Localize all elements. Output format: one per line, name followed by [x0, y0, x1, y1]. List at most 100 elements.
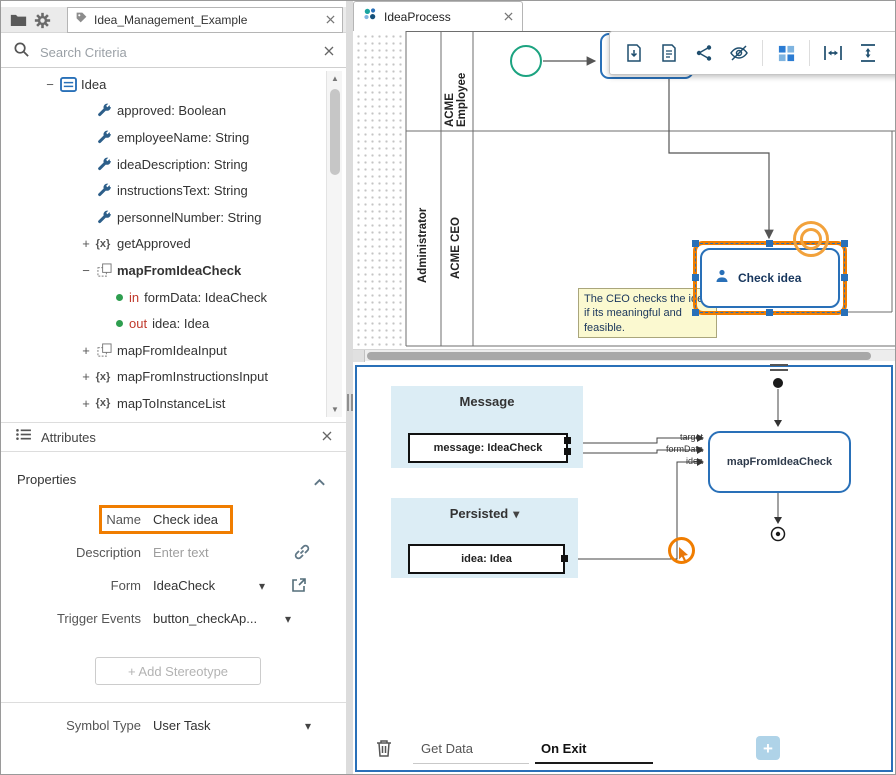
application-window: Idea_Management_Example − Idea	[0, 0, 896, 775]
selection-handle[interactable]	[692, 309, 699, 316]
lane-label-acme-ceo[interactable]: ACME CEO	[445, 187, 467, 309]
close-icon[interactable]	[504, 8, 513, 26]
mapping-icon	[95, 342, 113, 358]
wrench-icon	[95, 156, 113, 172]
selection-handle[interactable]	[692, 274, 699, 281]
search-input[interactable]	[40, 45, 314, 60]
tree-item-label: mapFromIdeaInput	[117, 343, 227, 358]
tree-item-mapping[interactable]: + mapFromIdeaInput	[1, 337, 325, 364]
hide-icon[interactable]	[727, 41, 751, 65]
tree-item-idea[interactable]: − Idea	[1, 71, 325, 98]
share-icon[interactable]	[692, 41, 716, 65]
tree-item-operation[interactable]: + {x} getApproved	[1, 231, 325, 258]
tree-item-parameter[interactable]: in formData: IdeaCheck	[1, 284, 325, 311]
gear-icon[interactable]	[33, 11, 51, 29]
persisted-item[interactable]: idea: Idea	[408, 544, 565, 574]
active-tab-underline	[535, 762, 653, 764]
form-dropdown-icon[interactable]	[259, 578, 265, 593]
tree-item-operation[interactable]: + {x} mapFromInstructionsInput	[1, 364, 325, 391]
model-tab[interactable]: Idea_Management_Example	[67, 7, 343, 33]
tree-item-parameter[interactable]: out idea: Idea	[1, 310, 325, 337]
scroll-up-icon[interactable]: ▲	[327, 74, 343, 83]
chevron-up-icon[interactable]	[313, 474, 326, 492]
add-stereotype-button[interactable]: + Add Stereotype	[95, 657, 261, 685]
fit-height-icon[interactable]	[856, 41, 880, 65]
output-port[interactable]	[564, 437, 571, 444]
external-link-icon[interactable]	[291, 577, 307, 596]
scroll-down-icon[interactable]: ▼	[327, 405, 343, 414]
folder-icon[interactable]	[9, 11, 27, 29]
expand-icon[interactable]: +	[79, 396, 93, 411]
close-icon[interactable]	[322, 428, 332, 446]
property-row-trigger-events: Trigger Events button_checkAp...	[1, 605, 346, 633]
add-tab-button[interactable]: +	[756, 736, 780, 760]
tree-item-attribute[interactable]: personnelNumber: String	[1, 204, 325, 231]
document-icon[interactable]	[657, 41, 681, 65]
pool-label-administrator[interactable]: Administrator	[412, 179, 434, 311]
selection-handle[interactable]	[841, 309, 848, 316]
wrench-icon	[95, 129, 113, 145]
link-icon[interactable]	[293, 543, 311, 564]
output-port[interactable]	[561, 555, 568, 562]
mapping-icon	[95, 262, 113, 278]
bpmn-canvas[interactable]: ACME Employee Administrator ACME CEO The…	[353, 31, 896, 349]
tree-item-mapping[interactable]: − mapFromIdeaCheck	[1, 257, 325, 284]
form-value[interactable]: IdeaCheck	[153, 578, 215, 593]
refresh-icon[interactable]	[891, 41, 896, 65]
mapping-node[interactable]: mapFromIdeaCheck	[708, 431, 851, 493]
tree-scrollbar[interactable]: ▲ ▼	[326, 71, 342, 417]
tree-item-attribute[interactable]: instructionsText: String	[1, 177, 325, 204]
expand-icon[interactable]: +	[79, 369, 93, 384]
model-tree: − Idea approved: Boolean employeeName: S…	[1, 71, 325, 417]
user-task-check-idea[interactable]: Check idea	[700, 248, 840, 308]
scrollbar-thumb[interactable]	[367, 352, 871, 360]
diagram-tab[interactable]: IdeaProcess	[353, 1, 523, 31]
scrollbar-thumb[interactable]	[330, 89, 340, 175]
close-icon[interactable]	[326, 11, 335, 29]
clear-search-icon[interactable]	[324, 43, 334, 61]
name-value[interactable]: Check idea	[153, 512, 218, 527]
tree-item-attribute[interactable]: approved: Boolean	[1, 98, 325, 125]
persisted-dropdown-icon[interactable]	[513, 506, 519, 521]
script-icon: {x}	[93, 371, 113, 383]
expand-icon[interactable]: +	[79, 236, 93, 251]
scrollbar-corner	[353, 350, 365, 362]
direction-label: out	[129, 316, 147, 331]
selection-handle[interactable]	[692, 240, 699, 247]
diagram-tabbar: IdeaProcess	[353, 1, 896, 31]
tree-item-attribute[interactable]: ideaDescription: String	[1, 151, 325, 178]
description-field[interactable]: Enter text	[153, 545, 209, 560]
message-item[interactable]: message: IdeaCheck	[408, 433, 568, 463]
left-toolbar: Idea_Management_Example	[1, 7, 346, 33]
collapse-icon[interactable]: −	[43, 77, 57, 92]
form-label: Form	[1, 578, 141, 593]
fit-width-icon[interactable]	[821, 41, 845, 65]
script-icon: {x}	[93, 238, 113, 250]
lane-label-acme-employee[interactable]: ACME Employee	[445, 39, 467, 127]
trigger-dropdown-icon[interactable]	[285, 611, 291, 626]
tree-item-operation[interactable]: + {x} mapToInstanceList	[1, 390, 325, 417]
layout-grid-icon[interactable]	[774, 41, 798, 65]
tab-on-exit[interactable]: On Exit	[541, 741, 587, 756]
trigger-events-value[interactable]: button_checkAp...	[153, 611, 257, 626]
selection-handle[interactable]	[841, 274, 848, 281]
output-port[interactable]	[564, 448, 571, 455]
export-document-icon[interactable]	[622, 41, 646, 65]
search-bar	[1, 37, 346, 68]
tree-item-label: Idea	[81, 77, 106, 92]
tree-item-label: instructionsText: String	[117, 183, 248, 198]
collapse-icon[interactable]: −	[79, 263, 93, 278]
selection-handle[interactable]	[766, 240, 773, 247]
expand-icon[interactable]: +	[79, 343, 93, 358]
canvas-horizontal-scrollbar[interactable]	[353, 349, 896, 361]
class-icon	[59, 76, 77, 92]
selection-handle[interactable]	[841, 240, 848, 247]
tree-item-attribute[interactable]: employeeName: String	[1, 124, 325, 151]
selection-handle[interactable]	[766, 309, 773, 316]
tab-get-data[interactable]: Get Data	[421, 741, 473, 756]
tree-item-label: employeeName: String	[117, 130, 249, 145]
symbol-type-dropdown-icon[interactable]	[305, 718, 311, 733]
symbol-type-value[interactable]: User Task	[153, 718, 211, 733]
trash-icon[interactable]	[375, 738, 393, 758]
process-logo-icon	[363, 7, 377, 26]
